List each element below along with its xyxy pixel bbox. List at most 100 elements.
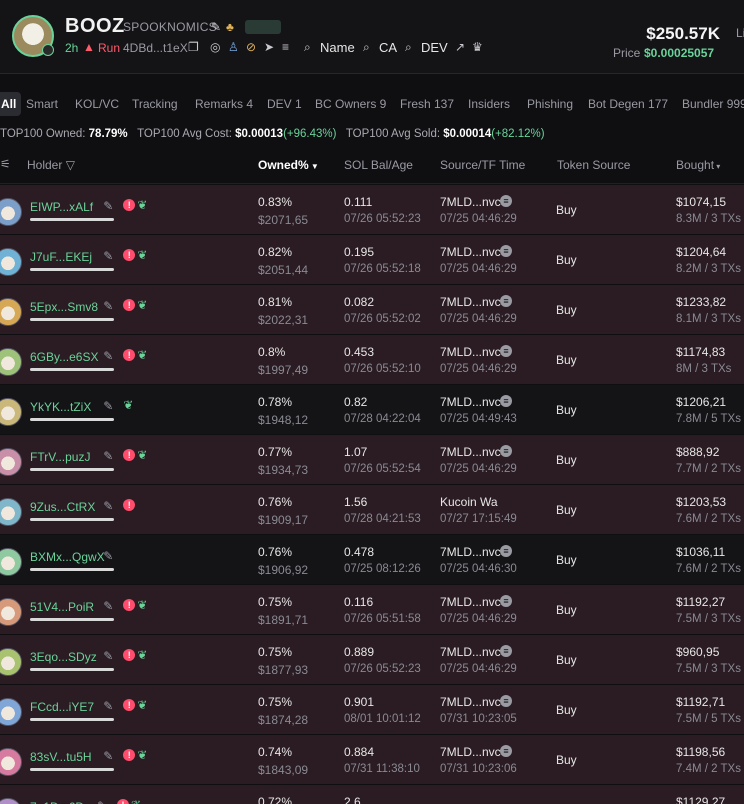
tab-fresh[interactable]: Fresh 137 xyxy=(400,92,454,116)
holder-avatar[interactable] xyxy=(0,598,22,626)
holder-address[interactable]: 5Epx...Smv8 xyxy=(30,300,98,314)
table-row[interactable]: 5Epx...Smv8 ✎! ❦ 0.81% $2022,31 0.082 07/26 05… xyxy=(0,285,744,335)
col-token-source[interactable]: Token Source xyxy=(557,158,630,172)
holder-address[interactable]: 3Eqo...SDyz xyxy=(30,650,97,664)
holder-avatar[interactable] xyxy=(0,498,22,526)
table-row[interactable]: FTrV...puzJ ✎! ❦ 0.77% $1934,73 1.07 07/26 05:… xyxy=(0,435,744,485)
search-ca-link[interactable]: CA xyxy=(379,40,397,55)
table-row[interactable]: J7uF...EKEj ✎! ❦ 0.82% $2051,44 0.195 07/26 05… xyxy=(0,235,744,285)
filter-icon[interactable]: ▽ xyxy=(62,158,75,172)
col-source-tf-time[interactable]: Source/TF Time xyxy=(440,158,525,172)
table-row[interactable]: FCcd...iYE7 ✎! ❦ 0.75% $1874,28 0.901 08/01 10… xyxy=(0,685,744,735)
edit-remark-icon[interactable]: ✎ xyxy=(103,649,113,663)
edit-remark-icon[interactable]: ✎ xyxy=(103,249,113,263)
table-row[interactable]: BXMx...QgwX ✎ 0.76% $1906,92 0.478 07/25 08:1… xyxy=(0,535,744,585)
bought-amount-txs: 7.5M / 5 TXs xyxy=(676,713,741,725)
edit-remark-icon[interactable]: ✎ xyxy=(103,549,113,563)
holder-avatar[interactable] xyxy=(0,748,22,776)
holder-avatar[interactable] xyxy=(0,348,22,376)
holder-avatar[interactable] xyxy=(0,298,22,326)
col-sol-bal-age[interactable]: SOL Bal/Age xyxy=(344,158,413,172)
tab-all[interactable]: All xyxy=(0,92,22,116)
tab-bundler[interactable]: Bundler 999 xyxy=(682,92,744,116)
col-holder[interactable]: Holder ▽ xyxy=(27,158,75,172)
table-row[interactable]: 9Zus...CtRX ✎! 0.76% $1909,17 1.56 07/28 04:2… xyxy=(0,485,744,535)
table-row[interactable]: 3Eqo...SDyz ✎! ❦ 0.75% $1877,93 0.889 07/26 05… xyxy=(0,635,744,685)
settings-sliders-icon[interactable]: ⚟ xyxy=(0,157,11,171)
holder-address[interactable]: 83sV...tu5H xyxy=(30,750,92,764)
holder-address[interactable]: 9Zus...CtRX xyxy=(30,500,95,514)
funding-source[interactable]: 7MLD...nvc xyxy=(440,745,501,759)
funding-source[interactable]: 7MLD...nvc xyxy=(440,595,501,609)
funding-source[interactable]: 7MLD...nvc xyxy=(440,645,501,659)
holder-avatar[interactable] xyxy=(0,548,22,576)
crown-icon[interactable]: ♛ xyxy=(472,41,483,53)
warning-icon[interactable]: ⊘ xyxy=(246,41,256,53)
tab-tracking[interactable]: Tracking xyxy=(132,92,178,116)
funding-source[interactable]: 7MLD...nvc xyxy=(440,195,501,209)
bought-usd: $1074,15 xyxy=(676,195,727,209)
tab-insiders[interactable]: Insiders xyxy=(468,92,510,116)
copy-icon[interactable]: ❐ xyxy=(188,41,199,53)
list-icon[interactable]: ≡ xyxy=(282,41,289,53)
holder-address[interactable]: BXMx...QgwX xyxy=(30,550,105,564)
tab-remarks[interactable]: Remarks 4 xyxy=(195,92,253,116)
table-row[interactable]: EIWP...xALf ✎! ❦ 0.83% $2071,65 0.111 07/26 05… xyxy=(0,185,744,235)
external-link-icon[interactable]: ↗ xyxy=(455,41,465,53)
funding-source[interactable]: 7MLD...nvc xyxy=(440,545,501,559)
holder-address[interactable]: EIWP...xALf xyxy=(30,200,93,214)
col-owned[interactable]: Owned% ▼ xyxy=(258,158,319,172)
website-icon[interactable]: ◎ xyxy=(210,41,220,53)
funding-source[interactable]: 7MLD...nvc xyxy=(440,295,501,309)
edit-remark-icon[interactable]: ✎ xyxy=(103,749,113,763)
holder-address[interactable]: J7uF...EKEj xyxy=(30,250,92,264)
tab-dev[interactable]: DEV 1 xyxy=(267,92,302,116)
col-bought[interactable]: Bought ▾ xyxy=(676,158,720,172)
edit-remark-icon[interactable]: ✎ xyxy=(103,599,113,613)
funding-source[interactable]: 7MLD...nvc xyxy=(440,395,501,409)
holder-avatar[interactable] xyxy=(0,648,22,676)
transfer-time: 07/27 17:15:49 xyxy=(440,513,517,525)
user-icon[interactable]: ♙ xyxy=(228,41,239,53)
holder-avatar[interactable] xyxy=(0,198,22,226)
edit-remark-icon[interactable]: ✎ xyxy=(103,699,113,713)
table-row[interactable]: 7a1D...6Dp ✎!❦ 0.72% 2.6 $1129,27 xyxy=(0,785,744,804)
holder-address[interactable]: YkYK...tZiX xyxy=(30,400,91,414)
holder-address[interactable]: 51V4...PoiR xyxy=(30,600,94,614)
table-row[interactable]: 51V4...PoiR ✎! ❦ 0.75% $1891,71 0.116 07/26 05… xyxy=(0,585,744,635)
edit-remark-icon[interactable]: ✎ xyxy=(103,399,113,413)
tab-phishing[interactable]: Phishing xyxy=(527,92,573,116)
telegram-icon[interactable]: ➤ xyxy=(264,41,274,53)
funding-source[interactable]: 7MLD...nvc xyxy=(440,695,501,709)
edit-remark-icon[interactable]: ✎ xyxy=(97,799,107,804)
tab-bot-degen[interactable]: Bot Degen 177 xyxy=(588,92,668,116)
edit-remark-icon[interactable]: ✎ xyxy=(103,199,113,213)
holder-avatar[interactable] xyxy=(0,398,22,426)
holder-avatar[interactable] xyxy=(0,798,22,804)
funding-source[interactable]: 7MLD...nvc xyxy=(440,245,501,259)
holder-address[interactable]: 7a1D...6Dp xyxy=(30,800,91,804)
holder-avatar[interactable] xyxy=(0,248,22,276)
table-row[interactable]: 83sV...tu5H ✎! ❦ 0.74% $1843,09 0.884 07/31 11… xyxy=(0,735,744,785)
edit-remark-icon[interactable]: ✎ xyxy=(103,499,113,513)
tab-kol-vc[interactable]: KOL/VC xyxy=(75,92,119,116)
exchange-icon: ≡ xyxy=(500,195,512,207)
holder-address[interactable]: 6GBy...e6SX xyxy=(30,350,98,364)
edit-icon[interactable]: ✎ xyxy=(211,21,221,33)
funding-source[interactable]: Kucoin Wa xyxy=(440,495,498,509)
table-row[interactable]: 6GBy...e6SX ✎! ❦ 0.8% $1997,49 0.453 07/26 05:… xyxy=(0,335,744,385)
holder-address[interactable]: FTrV...puzJ xyxy=(30,450,90,464)
tab-bc-owners[interactable]: BC Owners 9 xyxy=(315,92,386,116)
search-name-link[interactable]: Name xyxy=(320,40,355,55)
edit-remark-icon[interactable]: ✎ xyxy=(103,299,113,313)
table-row[interactable]: YkYK...tZiX ✎ ❦ 0.78% $1948,12 0.82 07/28 04:2… xyxy=(0,385,744,435)
funding-source[interactable]: 7MLD...nvc xyxy=(440,345,501,359)
funding-source[interactable]: 7MLD...nvc xyxy=(440,445,501,459)
edit-remark-icon[interactable]: ✎ xyxy=(103,449,113,463)
search-dev-link[interactable]: DEV xyxy=(421,40,448,55)
tab-smart[interactable]: Smart xyxy=(26,92,58,116)
holder-avatar[interactable] xyxy=(0,448,22,476)
edit-remark-icon[interactable]: ✎ xyxy=(103,349,113,363)
holder-address[interactable]: FCcd...iYE7 xyxy=(30,700,94,714)
holder-avatar[interactable] xyxy=(0,698,22,726)
